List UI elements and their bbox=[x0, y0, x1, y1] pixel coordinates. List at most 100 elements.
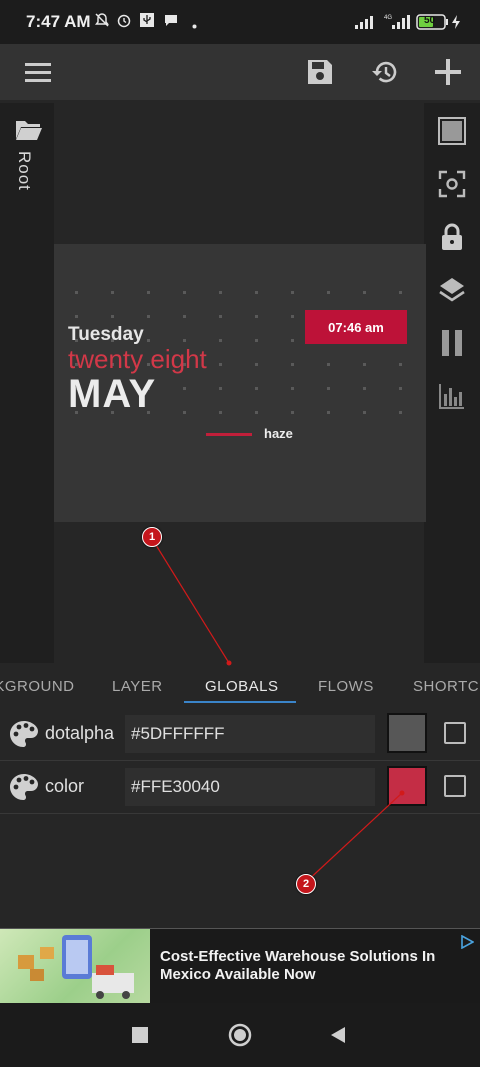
lock-icon[interactable] bbox=[424, 213, 480, 261]
chart-icon[interactable] bbox=[424, 372, 480, 420]
recents-icon[interactable] bbox=[132, 1027, 148, 1048]
grid-dot bbox=[183, 387, 186, 390]
grid-dot bbox=[291, 411, 294, 414]
ad-image[interactable] bbox=[0, 929, 150, 1003]
grid-dot bbox=[363, 291, 366, 294]
grid-dot bbox=[147, 291, 150, 294]
global-value-field[interactable]: #FFE30040 bbox=[125, 768, 375, 806]
status-bar: 7:47 AM 4G 50 bbox=[0, 0, 480, 44]
menu-icon[interactable] bbox=[10, 44, 66, 100]
alarm-icon bbox=[116, 12, 132, 33]
grid-dot bbox=[291, 315, 294, 318]
grid-dot bbox=[183, 315, 186, 318]
square-icon[interactable] bbox=[424, 107, 480, 155]
grid-dot bbox=[219, 291, 222, 294]
grid-dot bbox=[291, 363, 294, 366]
folder-icon[interactable] bbox=[15, 119, 43, 146]
grid-dot bbox=[255, 363, 258, 366]
global-value-field[interactable]: #5DFFFFFF bbox=[125, 715, 375, 753]
grid-dot bbox=[183, 339, 186, 342]
annotation-marker-2-label: 2 bbox=[302, 878, 310, 890]
svg-text:4G: 4G bbox=[384, 15, 392, 21]
annotation-end-1 bbox=[226, 660, 232, 666]
signal-4g-icon: 4G bbox=[384, 13, 410, 35]
tab-shortcuts[interactable]: SHORTCUTS bbox=[413, 678, 480, 695]
tab-flows[interactable]: FLOWS bbox=[318, 678, 374, 695]
usb-icon bbox=[139, 12, 155, 33]
add-icon[interactable] bbox=[420, 44, 476, 100]
tab-globals[interactable]: GLOBALS bbox=[205, 678, 279, 695]
global-row[interactable]: color #FFE30040 bbox=[0, 761, 480, 814]
grid-dot bbox=[219, 315, 222, 318]
grid-dot bbox=[291, 339, 294, 342]
global-checkbox[interactable] bbox=[444, 722, 466, 744]
layers-icon[interactable] bbox=[424, 266, 480, 314]
chat-icon bbox=[163, 12, 179, 33]
grid-dot bbox=[399, 363, 402, 366]
grid-dot bbox=[219, 411, 222, 414]
grid-dot bbox=[219, 339, 222, 342]
grid-dot bbox=[399, 411, 402, 414]
palette-icon bbox=[9, 720, 39, 753]
grid-dot bbox=[75, 291, 78, 294]
grid-dot bbox=[111, 315, 114, 318]
back-icon[interactable] bbox=[330, 1026, 346, 1049]
annotation-marker-1: 1 bbox=[142, 527, 162, 547]
global-checkbox[interactable] bbox=[444, 775, 466, 797]
grid-dot bbox=[255, 315, 258, 318]
charging-icon bbox=[451, 14, 461, 35]
grid-dot bbox=[255, 411, 258, 414]
color-swatch[interactable] bbox=[387, 766, 427, 806]
annotation-line-1 bbox=[150, 536, 230, 664]
dot-icon bbox=[192, 16, 197, 34]
grid-dot bbox=[255, 291, 258, 294]
widget-preview[interactable]: Tuesday twenty eight MAY 07:46 am haze bbox=[54, 244, 426, 522]
grid-dot bbox=[111, 291, 114, 294]
home-icon[interactable] bbox=[228, 1023, 252, 1052]
preview-clock-text: 07:46 am bbox=[328, 319, 384, 335]
preview-month: MAY bbox=[68, 372, 157, 416]
adchoices-icon[interactable] bbox=[460, 934, 475, 954]
grid-dot bbox=[291, 291, 294, 294]
pause-icon[interactable] bbox=[424, 319, 480, 367]
grid-dot bbox=[147, 339, 150, 342]
signal-icon bbox=[354, 14, 374, 35]
grid-dot bbox=[147, 315, 150, 318]
root-label[interactable]: Root bbox=[14, 151, 34, 191]
right-rail bbox=[424, 103, 480, 663]
tab-layer[interactable]: LAYER bbox=[112, 678, 163, 695]
grid-dot bbox=[399, 387, 402, 390]
nav-bar bbox=[0, 1003, 480, 1067]
history-icon[interactable] bbox=[357, 44, 413, 100]
grid-dot bbox=[363, 387, 366, 390]
annotation-marker-1-label: 1 bbox=[148, 531, 156, 543]
ad-text[interactable]: Cost-Effective Warehouse Solutions In Me… bbox=[160, 948, 450, 984]
grid-dot bbox=[183, 291, 186, 294]
grid-dot bbox=[327, 363, 330, 366]
preview-clock: 07:46 am bbox=[305, 310, 407, 344]
preview-haze: haze bbox=[264, 426, 293, 441]
tab-bar: BACKGROUND LAYER GLOBALS FLOWS SHORTCUTS bbox=[0, 666, 480, 704]
focus-icon[interactable] bbox=[424, 160, 480, 208]
global-row[interactable]: dotalpha #5DFFFFFF bbox=[0, 708, 480, 761]
grid-dot bbox=[291, 387, 294, 390]
global-name: color bbox=[45, 776, 85, 796]
ad-banner[interactable]: Cost-Effective Warehouse Solutions In Me… bbox=[0, 928, 480, 1004]
bell-off-icon bbox=[94, 12, 110, 33]
color-swatch[interactable] bbox=[387, 713, 427, 753]
preview-date: twenty eight bbox=[68, 344, 207, 374]
grid-dot bbox=[399, 291, 402, 294]
grid-dot bbox=[327, 291, 330, 294]
global-name: dotalpha bbox=[45, 723, 115, 743]
grid-dot bbox=[255, 339, 258, 342]
annotation-marker-2: 2 bbox=[296, 874, 316, 894]
grid-dot bbox=[327, 387, 330, 390]
grid-dot bbox=[363, 363, 366, 366]
tab-underline bbox=[184, 701, 296, 703]
grid-dot bbox=[363, 411, 366, 414]
battery-level: 50 bbox=[424, 15, 436, 26]
tab-background[interactable]: BACKGROUND bbox=[0, 678, 75, 695]
preview-day: Tuesday bbox=[68, 324, 144, 345]
save-icon[interactable] bbox=[292, 44, 348, 100]
status-time: 7:47 AM bbox=[26, 12, 91, 31]
